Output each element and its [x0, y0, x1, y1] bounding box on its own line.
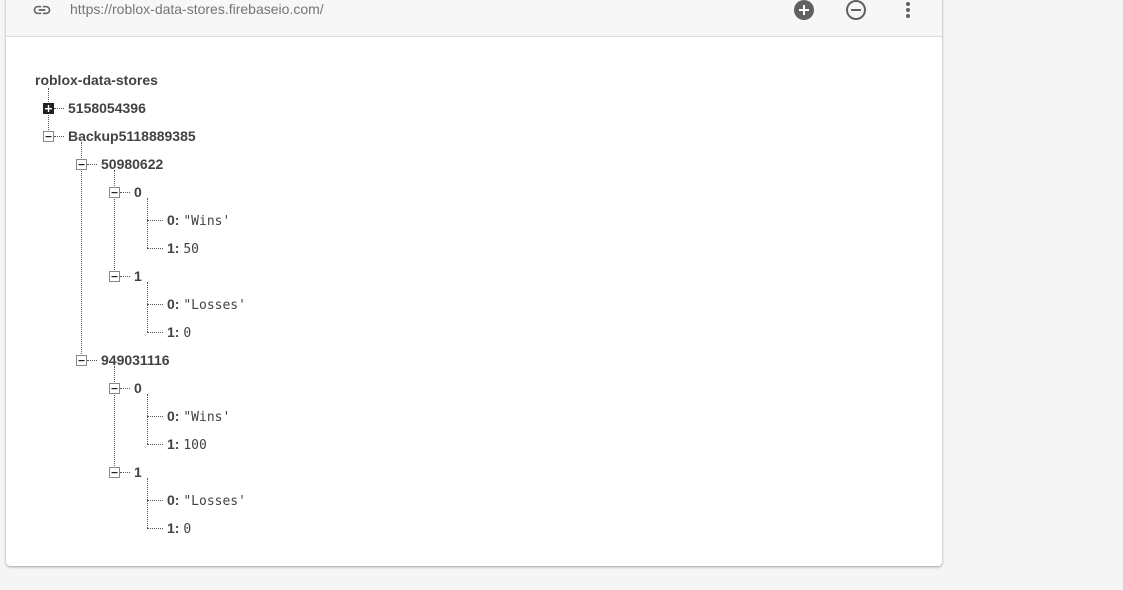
tree-connector	[120, 276, 130, 277]
leaf-value: 50	[183, 242, 199, 257]
leaf-key: 0:	[167, 492, 180, 508]
leaf-key: 1:	[167, 520, 180, 536]
node-key: 50980622	[101, 156, 164, 172]
leaf-value: "Wins'	[183, 214, 231, 229]
node-key: 0	[134, 184, 142, 200]
tree-node[interactable]: 5158054396	[68, 98, 146, 118]
tree-connector	[147, 500, 163, 501]
node-key: Backup5118889385	[68, 128, 196, 144]
tree-node[interactable]: 1	[134, 266, 142, 286]
tree-node[interactable]: 0	[134, 378, 142, 398]
leaf-value: "Losses'	[183, 298, 246, 313]
leaf-node[interactable]: 1: 100	[167, 434, 207, 454]
node-key: 949031116	[101, 352, 170, 368]
tree-connector	[120, 192, 130, 193]
collapse-icon[interactable]	[43, 131, 54, 142]
tree-connector	[147, 282, 148, 332]
collapse-icon[interactable]	[76, 159, 87, 170]
tree-node[interactable]: 0	[134, 182, 142, 202]
tree-connector	[147, 332, 163, 333]
leaf-value: 100	[183, 438, 207, 453]
tree-connector	[147, 220, 163, 221]
leaf-value: "Losses'	[183, 494, 246, 509]
leaf-node[interactable]: 0: "Wins'	[167, 210, 230, 230]
tree-connector	[147, 528, 163, 529]
tree-connector	[87, 360, 97, 361]
leaf-value: 0	[183, 326, 192, 341]
collapse-icon[interactable]	[109, 467, 120, 478]
tree-connector	[147, 394, 148, 444]
tree-node[interactable]: 1	[134, 462, 142, 482]
root-key: roblox-data-stores	[35, 72, 158, 88]
leaf-node[interactable]: 0: "Wins'	[167, 406, 230, 426]
leaf-node[interactable]: 0: "Losses'	[167, 294, 246, 314]
leaf-node[interactable]: 1: 0	[167, 322, 191, 342]
leaf-key: 1:	[167, 324, 180, 340]
expand-icon[interactable]	[43, 103, 54, 114]
leaf-key: 0:	[167, 296, 180, 312]
tree-node[interactable]: Backup5118889385	[68, 126, 196, 146]
tree-connector	[87, 164, 97, 165]
leaf-node[interactable]: 1: 50	[167, 238, 199, 258]
node-key: 0	[134, 380, 142, 396]
leaf-key: 0:	[167, 212, 180, 228]
tree-connector	[120, 472, 130, 473]
tree-node[interactable]: 949031116	[101, 350, 170, 370]
collapse-icon[interactable]	[109, 187, 120, 198]
leaf-node[interactable]: 1: 0	[167, 518, 191, 538]
leaf-key: 1:	[167, 240, 180, 256]
node-key: 1	[134, 464, 142, 480]
database-card: https://roblox-data-stores.firebaseio.co…	[6, 0, 942, 566]
collapse-icon[interactable]	[109, 271, 120, 282]
node-key: 1	[134, 268, 142, 284]
tree-connector	[81, 142, 82, 360]
tree-connector	[114, 170, 115, 276]
leaf-node[interactable]: 0: "Losses'	[167, 490, 246, 510]
root-node[interactable]: roblox-data-stores	[35, 70, 158, 90]
collapse-icon[interactable]	[76, 355, 87, 366]
data-tree: roblox-data-stores 5158054396 Backup5118…	[6, 0, 942, 566]
tree-connector	[147, 444, 163, 445]
leaf-key: 1:	[167, 436, 180, 452]
collapse-icon[interactable]	[109, 383, 120, 394]
tree-connector	[147, 478, 148, 528]
leaf-key: 0:	[167, 408, 180, 424]
tree-connector	[147, 248, 163, 249]
leaf-value: 0	[183, 522, 192, 537]
tree-connector	[147, 416, 163, 417]
tree-connector	[54, 136, 64, 137]
tree-connector	[120, 388, 130, 389]
tree-connector	[147, 198, 148, 248]
tree-node[interactable]: 50980622	[101, 154, 163, 174]
tree-connector	[147, 304, 163, 305]
tree-connector	[114, 366, 115, 472]
leaf-value: "Wins'	[183, 410, 231, 425]
node-key: 5158054396	[68, 100, 146, 116]
tree-connector	[54, 108, 64, 109]
